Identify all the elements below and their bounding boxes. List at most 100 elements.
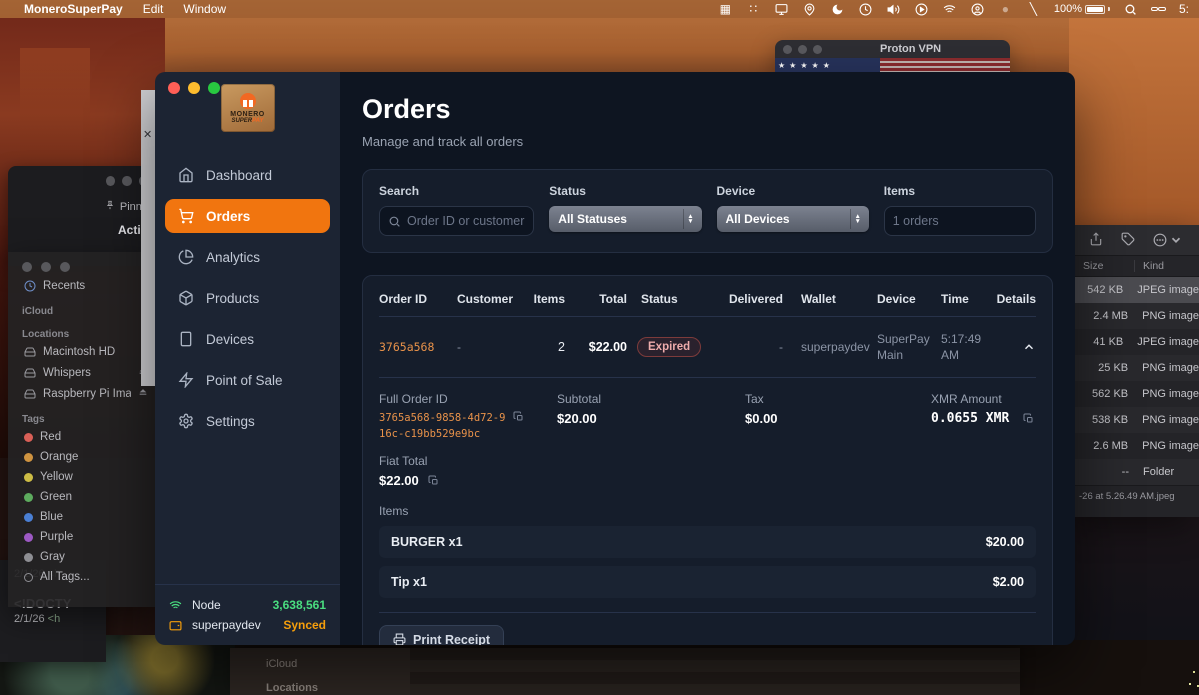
drive-icon <box>24 389 36 398</box>
column-header-size[interactable]: Size <box>1075 260 1135 272</box>
tag-blue[interactable]: Blue <box>8 507 156 527</box>
select-stepper-icon: ▲ ▼ <box>849 209 865 229</box>
copy-icon[interactable] <box>513 411 525 423</box>
play-icon[interactable] <box>914 2 929 16</box>
fiat-total-value: $22.00 <box>379 473 1036 488</box>
sidebar-item-macintosh-hd[interactable]: Macintosh HD <box>8 342 156 362</box>
app-logo: MONERO SUPERPAY <box>220 84 275 132</box>
proton-vpn-window[interactable]: Proton VPN ★★★★★ <box>775 40 1010 72</box>
order-item-row: Tip x1 $2.00 <box>379 565 1036 598</box>
file-row[interactable]: 562 KB PNG image <box>1075 381 1199 407</box>
location-icon[interactable] <box>802 2 817 16</box>
order-item-row: BURGER x1 $20.00 <box>379 525 1036 558</box>
device-label: Device <box>716 184 756 198</box>
share-icon[interactable] <box>1089 231 1103 249</box>
tag-gray[interactable]: Gray <box>8 547 156 567</box>
control-center-icon[interactable] <box>1150 2 1166 16</box>
yellow-tag-icon <box>24 472 33 482</box>
copy-icon[interactable] <box>428 475 440 487</box>
clipboard-entry[interactable]: 2/1/26 <h <box>14 613 106 625</box>
file-row[interactable]: 538 KB PNG image <box>1075 407 1199 433</box>
sidebar-item-whispers[interactable]: Whispers <box>8 362 156 383</box>
sidebar-item-devices[interactable]: Devices <box>165 322 330 356</box>
close-window-button[interactable] <box>168 82 180 94</box>
file-row[interactable]: 542 KB JPEG image <box>1075 277 1199 303</box>
recents-icon <box>24 280 36 292</box>
device-icon <box>177 331 195 347</box>
file-row[interactable]: 2.4 MB PNG image <box>1075 303 1199 329</box>
spotlight-icon[interactable] <box>1123 2 1138 16</box>
eject-icon[interactable] <box>138 387 148 400</box>
order-id-link[interactable]: 3765a568 <box>379 340 457 354</box>
blue-tag-icon <box>24 512 33 522</box>
pinned-panel-window[interactable]: Pinne Actio <box>8 166 148 266</box>
dots-grid-icon[interactable]: ∷ <box>746 2 761 16</box>
tag-yellow[interactable]: Yellow <box>8 467 156 487</box>
sidebar-item-orders[interactable]: Orders <box>165 199 330 233</box>
minimize-window-button[interactable] <box>188 82 200 94</box>
tags-section-header: Tags <box>22 414 45 425</box>
search-icon <box>389 216 400 227</box>
finder-file-list-window[interactable]: Size Kind 542 KB JPEG image 2.4 MB PNG ima… <box>1075 225 1199 517</box>
file-row[interactable]: 2.6 MB PNG image <box>1075 433 1199 459</box>
status-select[interactable]: All Statuses ▲ ▼ <box>549 206 702 232</box>
print-receipt-button[interactable]: Print Receipt <box>379 624 505 645</box>
tag-red[interactable]: Red <box>8 427 156 447</box>
sidebar-item-raspberry-pi-imager[interactable]: Raspberry Pi Imager... <box>8 383 156 404</box>
close-icon[interactable]: ✕ <box>143 128 152 141</box>
menu-time[interactable]: 5: <box>1179 2 1189 16</box>
sidebar-item-dashboard[interactable]: Dashboard <box>165 158 330 192</box>
order-row[interactable]: 3765a568 - 2 $22.00 Expired - superpayde… <box>379 317 1036 377</box>
menu-bar: MoneroSuperPay Edit Window ▦ ∷ ● ╲ 100% … <box>0 0 1199 18</box>
menu-edit[interactable]: Edit <box>143 2 164 16</box>
printer-icon <box>393 633 406 645</box>
monero-coin-icon <box>239 92 256 109</box>
background-finder-window[interactable]: iCloud Locations <box>230 648 1020 695</box>
tag-purple[interactable]: Purple <box>8 527 156 547</box>
file-row[interactable]: 25 KB PNG image <box>1075 355 1199 381</box>
search-label: Search <box>379 184 420 198</box>
sidebar-item-recents[interactable]: Recents <box>8 276 156 296</box>
node-label: Node <box>192 598 221 612</box>
column-header-kind[interactable]: Kind <box>1135 260 1164 272</box>
status-badge: Expired <box>637 337 702 358</box>
keyboard-grid-icon[interactable]: ▦ <box>718 2 733 16</box>
search-input[interactable] <box>407 214 526 228</box>
file-row[interactable]: 41 KB JPEG image <box>1075 329 1199 355</box>
file-row[interactable]: -- Folder <box>1075 459 1199 485</box>
menu-app-name[interactable]: MoneroSuperPay <box>24 2 123 16</box>
battery-indicator[interactable]: 100% <box>1054 3 1110 15</box>
tag-orange[interactable]: Orange <box>8 447 156 467</box>
wifi-icon[interactable] <box>942 2 957 16</box>
tag-icon[interactable] <box>1121 232 1135 249</box>
sidebar-footer: Node 3,638,561 superpaydev Synced <box>155 584 340 637</box>
sidebar-item-analytics[interactable]: Analytics <box>165 240 330 274</box>
all-tags-icon <box>24 572 33 582</box>
tag-green[interactable]: Green <box>8 487 156 507</box>
finder-sidebar-window[interactable]: Recents iCloud Locations Macintosh HD Wh… <box>8 252 156 607</box>
zoom-window-button[interactable] <box>208 82 220 94</box>
copy-icon[interactable] <box>1023 413 1035 425</box>
record-icon[interactable]: ● <box>998 2 1013 16</box>
device-select[interactable]: All Devices ▲ ▼ <box>716 206 869 232</box>
window-controls[interactable] <box>168 82 220 94</box>
collapse-details-button[interactable] <box>993 340 1036 354</box>
red-tag-icon <box>24 432 33 442</box>
menu-window[interactable]: Window <box>183 2 226 16</box>
items-label: Items <box>883 184 916 198</box>
sidebar-item-products[interactable]: Products <box>165 281 330 315</box>
search-input-wrap <box>379 206 535 236</box>
all-tags-item[interactable]: All Tags... <box>8 567 156 587</box>
volume-icon[interactable] <box>886 2 901 16</box>
sidebar-item-point-of-sale[interactable]: Point of Sale <box>165 363 330 397</box>
focus-moon-icon[interactable] <box>830 2 845 16</box>
page-subtitle: Manage and track all orders <box>362 134 524 149</box>
sidebar-item-settings[interactable]: Settings <box>165 404 330 438</box>
wallet-status-row: superpaydev Synced <box>169 615 326 635</box>
backslash-icon[interactable]: ╲ <box>1026 2 1041 16</box>
more-options-icon[interactable] <box>1153 233 1183 247</box>
clock-icon[interactable] <box>858 2 873 16</box>
user-icon[interactable] <box>970 2 985 16</box>
finder-traffic-lights <box>8 252 156 276</box>
display-icon[interactable] <box>774 2 789 16</box>
